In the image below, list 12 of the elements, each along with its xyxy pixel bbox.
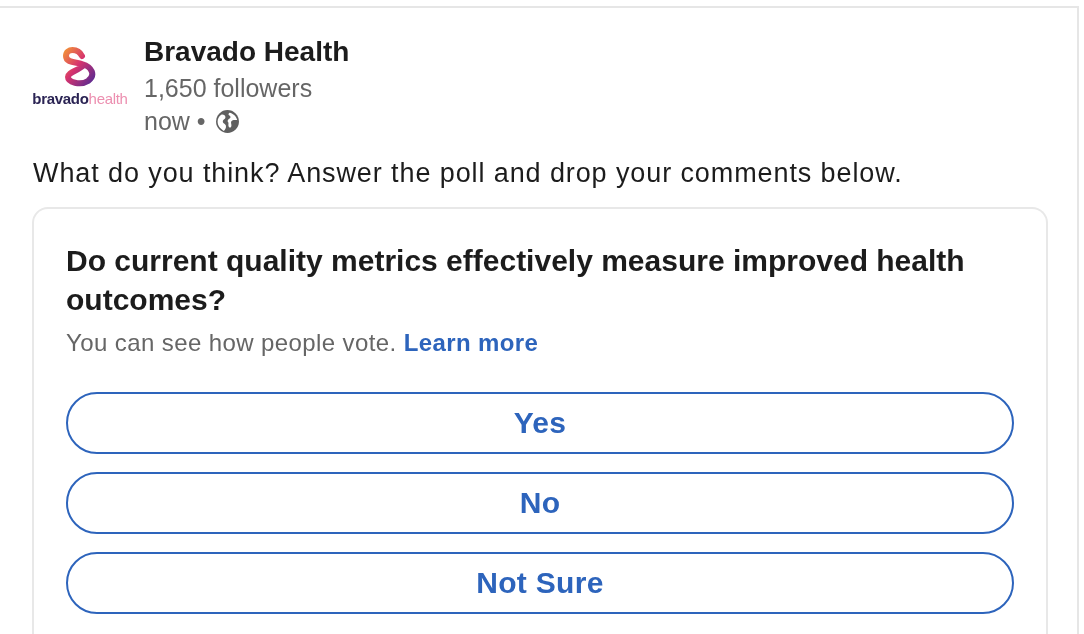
poll-question: Do current quality metrics effectively measure improved health outcomes? — [66, 243, 966, 318]
logo-wordmark: bravadohealth — [32, 91, 128, 107]
post-time: now • — [144, 106, 206, 137]
poll-option-button[interactable]: No — [66, 472, 1014, 534]
post-text: What do you think? Answer the poll and drop your comments below. — [33, 157, 904, 190]
poll-option-button[interactable]: Not Sure — [66, 552, 1014, 614]
follower-count: 1,650 followers — [144, 73, 314, 104]
poll-option-button[interactable]: Yes — [66, 392, 1014, 454]
poll-visibility-note: You can see how people vote. Learn more — [66, 328, 540, 358]
author-name: Bravado Health — [144, 35, 350, 69]
learn-more-link[interactable]: Learn more — [403, 329, 539, 356]
globe-icon — [214, 108, 240, 134]
